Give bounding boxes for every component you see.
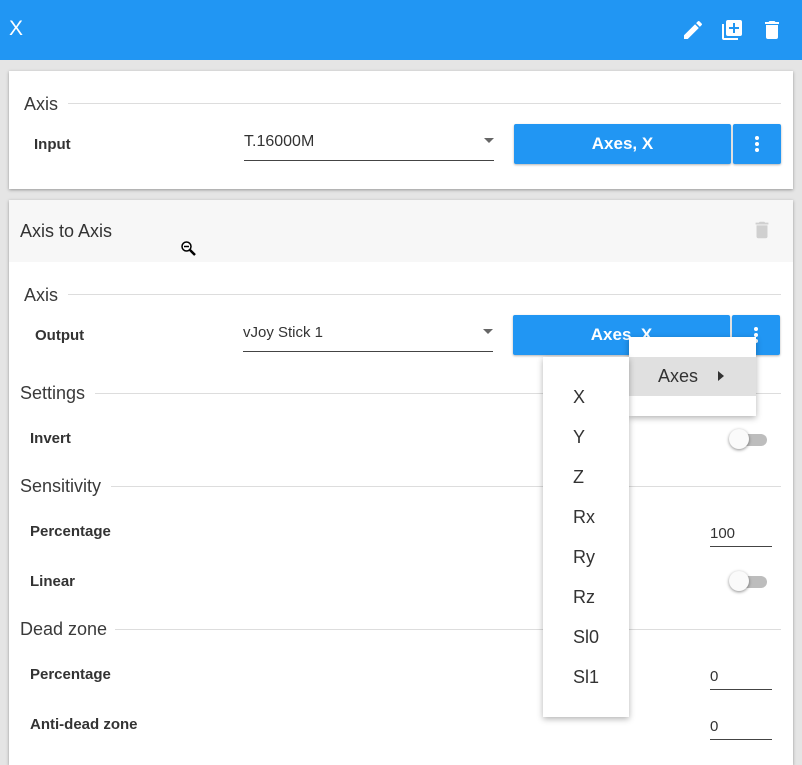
trash-icon[interactable] [751,219,773,241]
top-app-bar: X [0,0,802,60]
sensitivity-percentage-label: Percentage [30,523,111,540]
submenu-item-label: Sl1 [573,667,600,687]
submenu-item-label: Z [573,467,584,487]
axes-context-menu: Axes [629,337,756,416]
submenu-item-z[interactable]: Z [543,457,629,497]
deadzone-percentage-value: 0 [710,668,719,685]
add-box-icon[interactable] [720,18,744,42]
axis-to-axis-card: Axis to Axis Axis Output vJoy Stick 1 Ax… [9,200,793,765]
sensitivity-percentage-value: 100 [710,525,736,542]
menu-item-axes[interactable]: Axes [629,357,756,396]
section-axis-label: Axis [24,94,59,114]
action-title: Axis to Axis [20,221,113,241]
submenu-item-label: Rx [573,507,595,527]
section-divider [111,486,781,487]
output-label: Output [35,327,85,344]
input-device-value: T.16000M [244,133,315,150]
antideadzone-label: Anti-dead zone [30,716,138,733]
menu-item-axes-label: Axes [658,366,699,386]
input-card: Axis Input T.16000M Axes, X [9,71,793,189]
submenu-item-sl0[interactable]: Sl0 [543,617,629,657]
chevron-down-icon [483,329,493,334]
section-divider [68,294,781,295]
linear-toggle[interactable] [729,570,769,592]
section-sensitivity-label: Sensitivity [20,476,102,496]
deadzone-percentage-label: Percentage [30,666,111,683]
zoom-out-cursor-icon [180,240,197,257]
section-divider [68,103,781,104]
invert-label: Invert [30,430,71,447]
chevron-down-icon [484,138,494,143]
input-label: Input [34,136,71,153]
section-settings-label: Settings [20,383,86,403]
input-device-select[interactable]: T.16000M [244,123,494,161]
submenu-item-rz[interactable]: Rz [543,577,629,617]
antideadzone-input[interactable]: 0 [710,712,772,740]
section-axis-label: Axis [24,285,59,305]
submenu-item-label: Ry [573,547,595,567]
submenu-item-sl1[interactable]: Sl1 [543,657,629,697]
submenu-item-label: Y [573,427,586,447]
submenu-item-label: Sl0 [573,627,600,647]
submenu-item-rx[interactable]: Rx [543,497,629,537]
caret-right-icon [718,371,724,381]
action-header: Axis to Axis [9,200,793,262]
antideadzone-value: 0 [710,718,719,735]
sensitivity-percentage-input[interactable]: 100 [710,519,772,547]
submenu-item-x[interactable]: X [543,377,629,417]
input-axis-button[interactable]: Axes, X [514,124,731,164]
output-device-select[interactable]: vJoy Stick 1 [243,314,493,352]
submenu-item-label: X [573,387,586,407]
invert-toggle[interactable] [729,428,769,450]
submenu-item-ry[interactable]: Ry [543,537,629,577]
more-vert-icon [755,136,759,152]
axes-submenu: X Y Z Rx Ry Rz Sl0 Sl1 [543,357,629,717]
section-divider [115,629,781,630]
submenu-item-y[interactable]: Y [543,417,629,457]
pencil-icon[interactable] [681,18,705,42]
deadzone-percentage-input[interactable]: 0 [710,662,772,690]
input-more-button[interactable] [733,124,781,164]
trash-icon[interactable] [760,18,784,42]
section-deadzone-label: Dead zone [20,619,108,639]
window-title: X [9,17,24,40]
submenu-item-label: Rz [573,587,595,607]
output-device-value: vJoy Stick 1 [243,324,324,341]
linear-label: Linear [30,573,76,590]
